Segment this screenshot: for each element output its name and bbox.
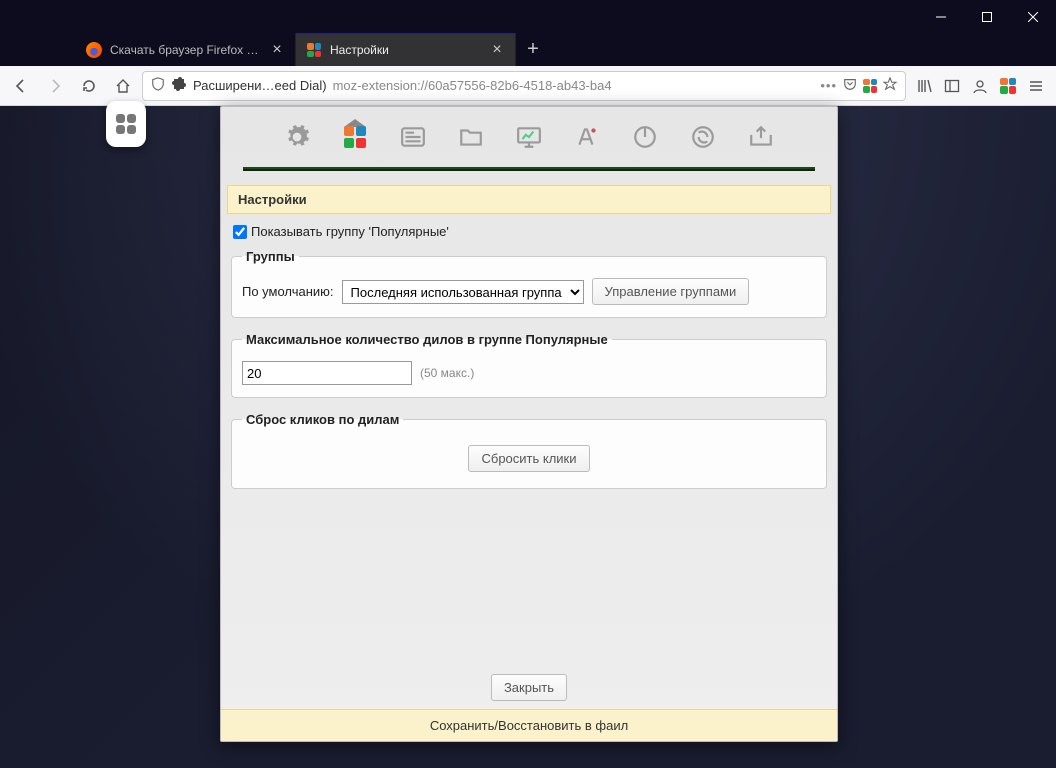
show-popular-row: Показывать группу 'Популярные' [225,220,833,249]
reset-clicks-fieldset: Сброс кликов по дилам Сбросить клики [231,412,827,489]
address-bar[interactable]: Расширени…eed Dial) moz-extension://60a5… [142,71,906,101]
reload-button[interactable] [74,71,104,101]
back-button[interactable] [6,71,36,101]
groups-fieldset: Группы По умолчанию: Последняя использов… [231,249,827,318]
tab-title: Скачать браузер Firefox для ко [110,43,261,57]
sync-icon[interactable] [688,122,718,152]
close-tab-icon[interactable]: × [489,42,505,58]
firefox-icon [86,42,102,58]
save-restore-link[interactable]: Сохранить/Восстановить в фаил [221,709,837,741]
tab-strip: Скачать браузер Firefox для ко × Настрой… [0,33,1056,66]
max-dials-hint: (50 макс.) [420,366,474,380]
close-tab-icon[interactable]: × [269,42,285,58]
settings-panel: Настройки Показывать группу 'Популярные'… [220,106,838,742]
tab-firefox-download[interactable]: Скачать браузер Firefox для ко × [76,33,296,66]
font-icon[interactable] [572,122,602,152]
forward-button[interactable] [40,71,70,101]
page-content: Настройки Показывать группу 'Популярные'… [0,106,1056,768]
manage-groups-button[interactable]: Управление группами [592,278,750,305]
reset-clicks-legend: Сброс кликов по дилам [242,412,403,427]
new-tab-button[interactable]: + [516,33,550,66]
close-row: Закрыть [221,666,837,709]
toolbar-right [910,71,1050,101]
extension-badge-icon [171,76,187,95]
speeddial-urlbar-icon[interactable] [863,79,877,93]
toolbar-separator [243,167,815,171]
default-group-select[interactable]: Последняя использованная группа [342,280,584,304]
news-icon[interactable] [398,122,428,152]
maximize-button[interactable] [964,0,1010,33]
browser-window: Скачать браузер Firefox для ко × Настрой… [0,0,1056,768]
default-group-label: По умолчанию: [242,284,334,299]
tab-settings[interactable]: Настройки × [296,33,516,66]
home-icon[interactable] [340,122,370,152]
display-icon[interactable] [514,122,544,152]
max-dials-legend: Максимальное количество дилов в группе П… [242,332,612,347]
home-bubble-button[interactable] [106,101,146,147]
sidebar-icon[interactable] [938,71,966,101]
minimize-button[interactable] [918,0,964,33]
app-menu-icon[interactable] [1022,71,1050,101]
navigation-toolbar: Расширени…eed Dial) moz-extension://60a5… [0,66,1056,106]
power-icon[interactable] [630,122,660,152]
export-icon[interactable] [746,122,776,152]
url-text: moz-extension://60a57556-82b6-4518-ab43-… [333,78,815,93]
speeddial-icon [306,42,322,58]
show-popular-checkbox[interactable] [233,225,247,239]
close-window-button[interactable] [1010,0,1056,33]
speeddial-toolbar-icon[interactable] [994,71,1022,101]
titlebar [0,0,1056,33]
show-popular-label: Показывать группу 'Популярные' [251,224,449,239]
tab-title: Настройки [330,43,481,57]
home-button[interactable] [108,71,138,101]
settings-scroll[interactable]: Настройки Показывать группу 'Популярные'… [221,185,837,666]
close-button[interactable]: Закрыть [491,674,567,701]
max-dials-fieldset: Максимальное количество дилов в группе П… [231,332,827,398]
section-header: Настройки [227,185,831,214]
pocket-icon[interactable] [843,77,857,94]
folder-icon[interactable] [456,122,486,152]
grid-icon [116,114,136,134]
shield-icon [151,77,165,94]
bookmark-star-icon[interactable] [883,77,897,94]
extension-label: Расширени…eed Dial) [193,78,327,93]
groups-legend: Группы [242,249,299,264]
gear-icon[interactable] [282,122,312,152]
library-icon[interactable] [910,71,938,101]
account-icon[interactable] [966,71,994,101]
reset-clicks-button[interactable]: Сбросить клики [468,445,589,472]
settings-tabbar [221,107,837,167]
page-actions-icon[interactable]: ••• [820,78,837,93]
max-dials-input[interactable] [242,361,412,385]
window-controls [918,0,1056,33]
